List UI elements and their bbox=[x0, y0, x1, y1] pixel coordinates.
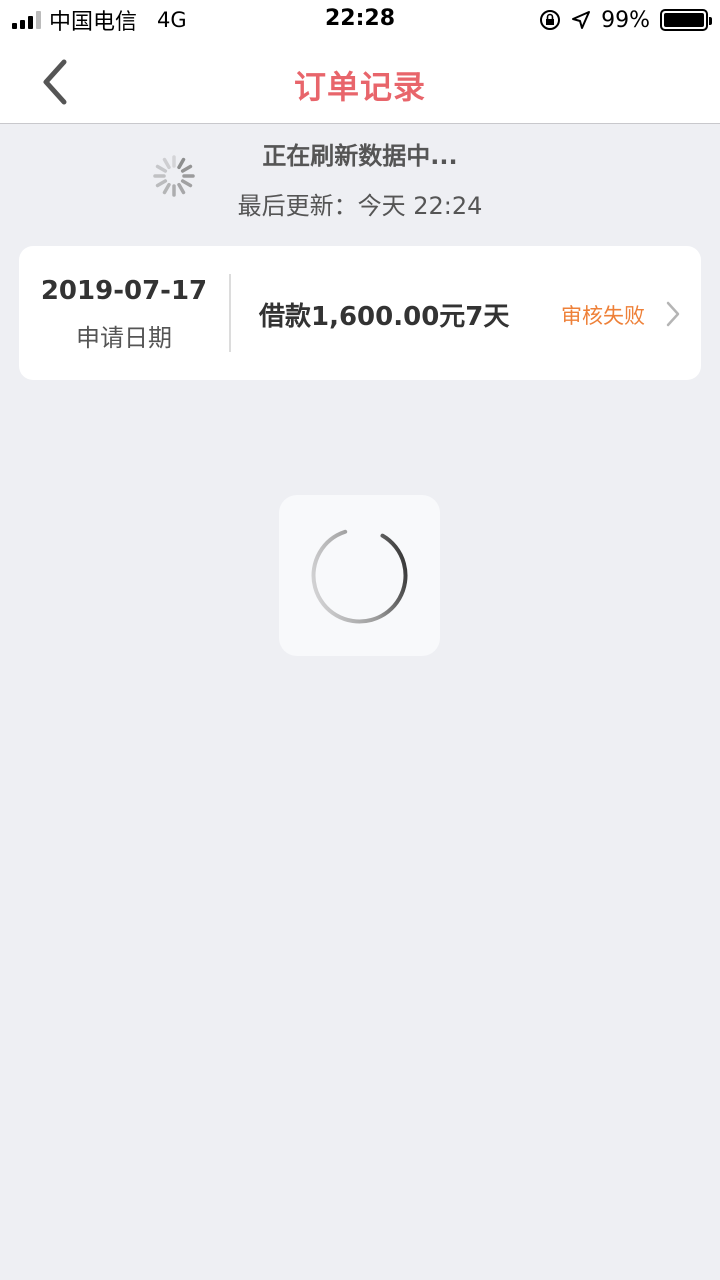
page-title: 订单记录 bbox=[293, 68, 426, 106]
activity-spoke bbox=[180, 179, 193, 188]
loading-spinner-icon bbox=[311, 527, 408, 624]
loading-overlay bbox=[279, 495, 440, 656]
battery-fill bbox=[664, 13, 704, 27]
nav-bar: 订单记录 bbox=[0, 40, 720, 124]
order-card[interactable]: 2019-07-17 申请日期 借款1,600.00元7天 审核失败 bbox=[19, 246, 701, 380]
rotation-lock-icon bbox=[540, 10, 561, 30]
refresh-status-text: 正在刷新数据中... bbox=[262, 142, 458, 170]
order-status-badge: 审核失败 bbox=[561, 304, 645, 328]
order-summary: 借款1,600.00元7天 bbox=[259, 302, 510, 332]
battery-icon bbox=[660, 9, 712, 31]
status-right: 99% bbox=[539, 6, 712, 34]
battery-percent: 99% bbox=[601, 7, 650, 33]
location-arrow-icon bbox=[572, 11, 591, 29]
status-bar: 中国电信 4G 22:28 99% bbox=[0, 0, 720, 40]
order-date-label: 申请日期 bbox=[76, 324, 172, 352]
last-updated-text: 最后更新：今天 22:24 bbox=[237, 192, 483, 220]
pull-refresh-header: 正在刷新数据中... 最后更新：今天 22:24 bbox=[0, 124, 720, 234]
order-date: 2019-07-17 bbox=[40, 276, 208, 306]
card-divider bbox=[229, 274, 231, 352]
activity-spoke bbox=[155, 179, 168, 188]
chevron-right-icon bbox=[666, 301, 680, 327]
